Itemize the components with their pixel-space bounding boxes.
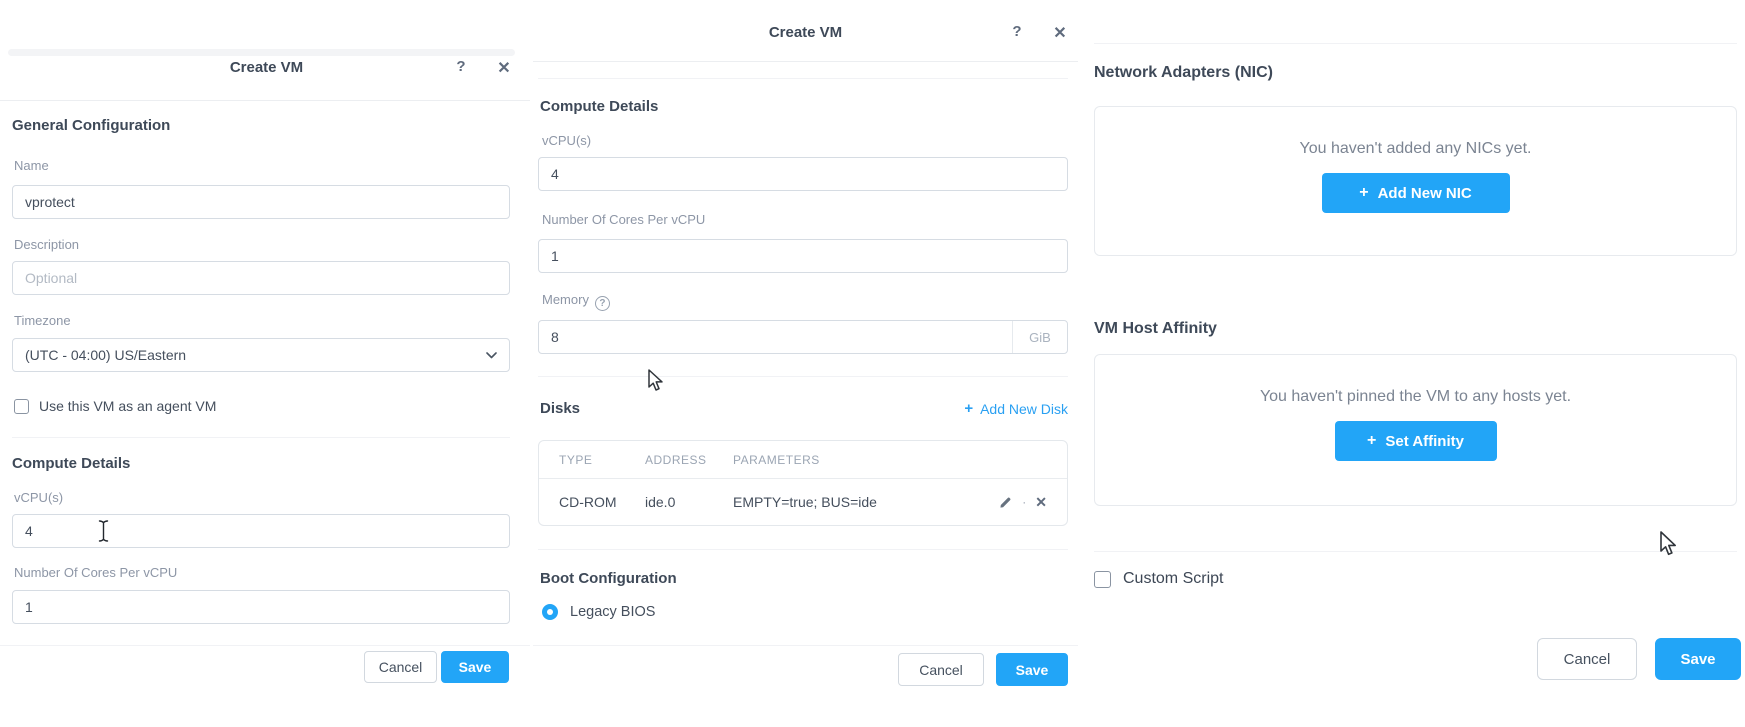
mouse-cursor-arrow (1656, 530, 1680, 556)
timezone-select[interactable]: (UTC - 04:00) US/Eastern (12, 338, 510, 372)
help-icon[interactable]: ? (451, 58, 471, 75)
left-dialog-top-edge (8, 49, 515, 56)
disks-table-header: TYPE ADDRESS PARAMETERS (539, 441, 1067, 479)
disk-type: CD-ROM (559, 494, 645, 510)
cores-label: Number Of Cores Per vCPU (14, 565, 177, 580)
footer-divider (0, 645, 530, 646)
help-icon[interactable]: ? (1007, 23, 1027, 40)
mouse-cursor-arrow (645, 368, 667, 392)
close-icon[interactable]: ✕ (1050, 23, 1070, 43)
header-divider (0, 100, 530, 101)
memory-label: Memory? (542, 292, 610, 311)
vcpu-input[interactable] (538, 157, 1068, 191)
memory-field: GiB (538, 320, 1068, 354)
memory-input[interactable] (538, 320, 1068, 354)
add-new-disk-label: Add New Disk (980, 401, 1068, 417)
nic-empty-text: You haven't added any NICs yet. (1300, 140, 1532, 158)
edit-pencil-icon[interactable] (998, 495, 1013, 510)
cores-input[interactable] (12, 590, 510, 624)
legacy-bios-radio-row[interactable]: Legacy BIOS (542, 604, 655, 620)
memory-help-icon[interactable]: ? (595, 296, 610, 311)
remove-disk-icon[interactable]: ✕ (1035, 494, 1047, 511)
disk-row-actions: · ✕ (998, 494, 1047, 511)
add-new-nic-button[interactable]: + Add New NIC (1322, 173, 1510, 213)
col-type: TYPE (559, 453, 645, 467)
plus-icon: + (1359, 184, 1368, 202)
col-address: ADDRESS (645, 453, 733, 467)
compute-details-heading: Compute Details (12, 455, 130, 472)
agent-vm-label: Use this VM as an agent VM (39, 398, 216, 414)
nic-empty-box: You haven't added any NICs yet. + Add Ne… (1094, 106, 1737, 256)
header-divider (533, 61, 1078, 62)
close-icon[interactable]: ✕ (494, 58, 514, 78)
clipped-field-edge (538, 78, 1068, 79)
custom-script-checkbox[interactable] (1094, 571, 1111, 588)
save-button[interactable]: Save (441, 651, 509, 683)
description-input[interactable] (12, 261, 510, 295)
col-parameters: PARAMETERS (733, 453, 1047, 467)
memory-unit: GiB (1012, 321, 1067, 353)
affinity-empty-text: You haven't pinned the VM to any hosts y… (1260, 388, 1571, 406)
section-divider (12, 437, 510, 438)
timezone-label: Timezone (14, 313, 71, 328)
section-divider (538, 549, 1068, 550)
compute-details-heading: Compute Details (540, 98, 658, 115)
cores-input[interactable] (538, 239, 1068, 273)
section-divider (538, 376, 1068, 377)
vm-host-affinity-heading: VM Host Affinity (1094, 320, 1217, 338)
vcpu-label: vCPU(s) (14, 490, 63, 505)
vcpu-input[interactable] (12, 514, 510, 548)
dialog-title: Create VM (533, 24, 1078, 41)
cancel-button[interactable]: Cancel (898, 653, 984, 686)
network-adapters-heading: Network Adapters (NIC) (1094, 64, 1273, 82)
dot-separator: · (1022, 495, 1026, 509)
name-label: Name (14, 158, 49, 173)
add-new-disk-link[interactable]: + Add New Disk (964, 400, 1068, 417)
legacy-bios-label: Legacy BIOS (570, 604, 655, 620)
cores-label: Number Of Cores Per vCPU (542, 212, 705, 227)
create-vm-screens: Create VM ? ✕ General Configuration Name… (0, 0, 1745, 727)
set-affinity-button[interactable]: + Set Affinity (1335, 421, 1497, 461)
save-button[interactable]: Save (996, 653, 1068, 686)
plus-icon: + (1367, 432, 1376, 450)
agent-vm-checkbox[interactable] (14, 399, 29, 414)
save-button[interactable]: Save (1655, 638, 1741, 680)
description-label: Description (14, 237, 79, 252)
disk-parameters: EMPTY=true; BUS=ide (733, 494, 998, 510)
vcpu-label: vCPU(s) (542, 133, 591, 148)
radio-selected-icon[interactable] (542, 604, 558, 620)
name-input[interactable] (12, 185, 510, 219)
agent-vm-checkbox-row[interactable]: Use this VM as an agent VM (14, 398, 216, 414)
plus-icon: + (964, 400, 973, 417)
disks-heading: Disks (540, 400, 580, 417)
left-create-vm-dialog: Create VM ? ✕ General Configuration Name… (0, 0, 533, 727)
middle-create-vm-dialog: Create VM ? ✕ Compute Details vCPU(s) Nu… (533, 0, 1078, 727)
timezone-value: (UTC - 04:00) US/Eastern (25, 347, 186, 363)
right-create-vm-panel: Network Adapters (NIC) You haven't added… (1078, 0, 1745, 727)
clipped-section-edge (1094, 43, 1737, 44)
custom-script-checkbox-row[interactable]: Custom Script (1094, 570, 1223, 588)
disks-table: TYPE ADDRESS PARAMETERS CD-ROM ide.0 EMP… (538, 440, 1068, 526)
footer-divider (533, 645, 1078, 646)
general-configuration-heading: General Configuration (12, 117, 170, 134)
add-new-nic-label: Add New NIC (1378, 185, 1472, 202)
table-row: CD-ROM ide.0 EMPTY=true; BUS=ide · ✕ (539, 479, 1067, 525)
cancel-button[interactable]: Cancel (364, 651, 437, 683)
affinity-empty-box: You haven't pinned the VM to any hosts y… (1094, 354, 1737, 506)
section-divider (1094, 551, 1737, 552)
custom-script-label: Custom Script (1123, 570, 1223, 588)
boot-configuration-heading: Boot Configuration (540, 570, 677, 587)
memory-label-text: Memory (542, 292, 589, 307)
disk-address: ide.0 (645, 494, 733, 510)
cancel-button[interactable]: Cancel (1537, 638, 1637, 680)
set-affinity-label: Set Affinity (1385, 433, 1464, 450)
chevron-down-icon (486, 352, 497, 359)
